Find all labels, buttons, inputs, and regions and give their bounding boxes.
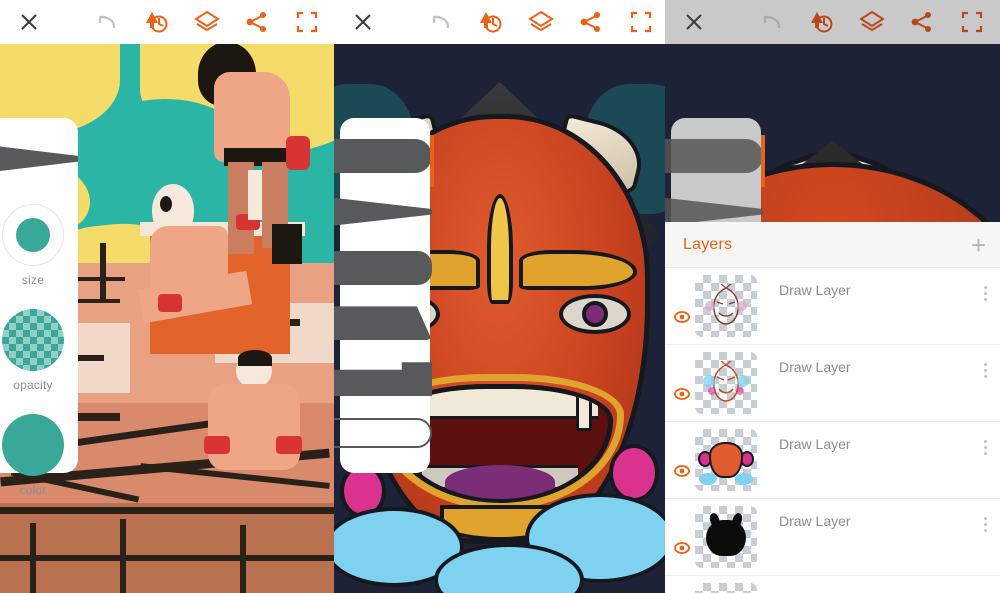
size-label: size <box>21 273 45 287</box>
undo-icon[interactable] <box>92 7 122 37</box>
layer-thumbnail[interactable] <box>695 275 757 337</box>
table-row[interactable]: Draw Layer <box>665 345 1000 422</box>
size-ring[interactable] <box>2 204 64 266</box>
panel-drawing-with-brushes <box>334 0 665 593</box>
round-marker-icon <box>665 138 763 173</box>
brush-settings-panel[interactable]: size opacity color <box>0 118 78 497</box>
visibility-eye-icon[interactable] <box>671 388 693 400</box>
close-icon[interactable] <box>679 7 709 37</box>
opacity-label: opacity <box>13 378 53 392</box>
visibility-eye-icon[interactable] <box>671 311 693 323</box>
toolbar-panel-1[interactable] <box>0 0 334 44</box>
color-label: color <box>19 483 47 497</box>
thumbnail-art-empty <box>695 583 757 593</box>
thumbnail-art-silhouette <box>695 506 757 568</box>
thumbnail-art-mask-color <box>695 429 757 491</box>
thumbnail-art-sketch-face <box>695 275 757 337</box>
brush-item-flat-marker[interactable] <box>334 247 432 289</box>
undo-icon[interactable] <box>426 7 456 37</box>
brush-picker-panel[interactable] <box>334 118 434 473</box>
opacity-swatch-icon[interactable] <box>2 309 64 371</box>
thumbnail-art-color-sketch <box>695 352 757 414</box>
taper-blade-icon <box>334 196 432 227</box>
toolbar-panel-3[interactable] <box>665 0 1000 44</box>
undo-icon[interactable] <box>757 7 787 37</box>
layer-thumbnail[interactable] <box>695 583 757 593</box>
layers-icon[interactable] <box>526 7 556 37</box>
layer-name: Draw Layer <box>779 436 851 452</box>
brush-item-taper-blade[interactable] <box>334 191 432 233</box>
layer-thumbnail[interactable] <box>695 352 757 414</box>
layer-options-icon[interactable] <box>970 286 1000 301</box>
color-control[interactable]: color <box>0 392 78 497</box>
panel-layers: Layers + Draw Layer Draw Layer Draw Laye… <box>665 0 1000 593</box>
current-brush-preview[interactable] <box>0 140 78 176</box>
brush-replay-icon[interactable] <box>475 7 505 37</box>
layers-header: Layers + <box>665 222 1000 268</box>
layer-options-icon[interactable] <box>970 440 1000 455</box>
layer-thumbnail[interactable] <box>695 506 757 568</box>
opacity-control[interactable]: opacity <box>0 287 78 392</box>
layers-icon[interactable] <box>192 7 222 37</box>
layers-panel[interactable]: Layers + Draw Layer Draw Layer Draw Laye… <box>665 222 1000 593</box>
brush-blade-icon <box>0 142 78 175</box>
brush-item-round-marker[interactable] <box>665 134 765 187</box>
add-layer-button[interactable]: + <box>971 232 986 258</box>
layer-options-icon[interactable] <box>970 517 1000 532</box>
close-icon[interactable] <box>348 7 378 37</box>
share-icon[interactable] <box>907 7 937 37</box>
app-screenshot: size opacity color Layers + Draw Layer D… <box>0 0 1000 593</box>
share-icon[interactable] <box>576 7 606 37</box>
brush-replay-icon[interactable] <box>141 7 171 37</box>
share-icon[interactable] <box>242 7 272 37</box>
brush-item-angled-chisel[interactable] <box>334 302 432 344</box>
size-control[interactable]: size <box>0 176 78 287</box>
close-icon[interactable] <box>14 7 44 37</box>
brush-item-hook-brush[interactable] <box>334 358 432 400</box>
panel-drawing-with-settings: size opacity color <box>0 0 334 593</box>
angled-chisel-icon <box>334 306 432 341</box>
table-row[interactable]: Draw Layer <box>665 268 1000 345</box>
layers-icon[interactable] <box>857 7 887 37</box>
brush-item-round-marker[interactable] <box>334 134 434 187</box>
brush-item-outline-eraser[interactable] <box>334 414 432 456</box>
flat-marker-icon <box>334 250 432 285</box>
layer-name: Draw Layer <box>779 359 851 375</box>
layer-name: Draw Layer <box>779 513 851 529</box>
layer-thumbnail[interactable] <box>695 429 757 491</box>
table-row[interactable]: Draw Layer <box>665 576 1000 593</box>
fullscreen-icon[interactable] <box>292 7 322 37</box>
brush-replay-icon[interactable] <box>806 7 836 37</box>
color-swatch-icon[interactable] <box>2 414 64 476</box>
visibility-eye-icon[interactable] <box>671 542 693 554</box>
size-dot-icon <box>16 218 50 252</box>
brush-selected-indicator <box>430 134 434 187</box>
layer-options-icon[interactable] <box>970 363 1000 378</box>
round-marker-icon <box>334 138 432 173</box>
layer-name: Draw Layer <box>779 282 851 298</box>
layers-title: Layers <box>683 235 733 253</box>
fullscreen-icon[interactable] <box>957 7 987 37</box>
table-row[interactable]: Draw Layer <box>665 422 1000 499</box>
toolbar-panel-2[interactable] <box>334 0 665 44</box>
visibility-eye-icon[interactable] <box>671 465 693 477</box>
brush-selected-indicator <box>761 134 765 187</box>
table-row[interactable]: Draw Layer <box>665 499 1000 576</box>
outline-eraser-icon <box>334 418 432 449</box>
fullscreen-icon[interactable] <box>626 7 656 37</box>
hook-brush-icon <box>334 362 432 397</box>
